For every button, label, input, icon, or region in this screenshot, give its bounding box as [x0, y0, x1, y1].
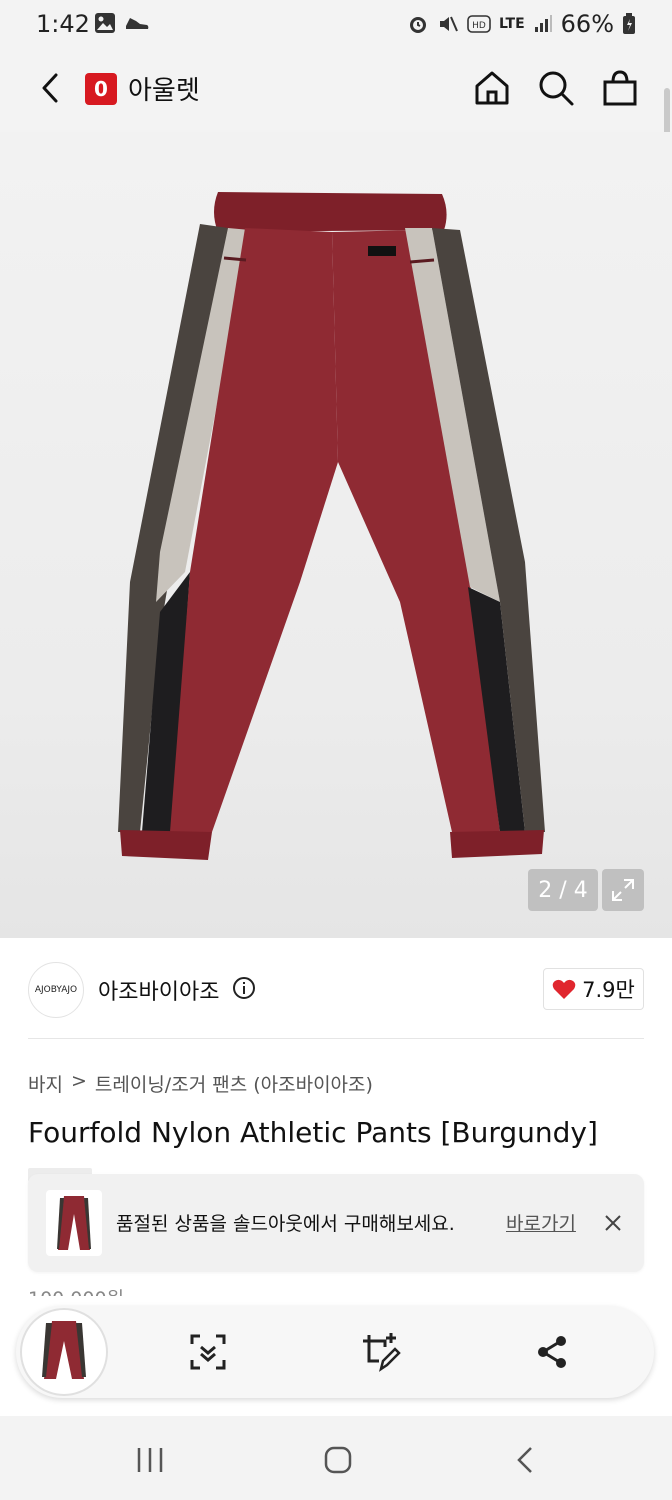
back-nav-icon	[517, 1447, 532, 1473]
heart-icon	[552, 979, 576, 999]
back-button[interactable]	[28, 66, 72, 110]
shopping-bag-icon	[603, 70, 637, 106]
search-button[interactable]	[534, 66, 578, 110]
price-peek: 100,000원	[28, 1284, 124, 1296]
soldout-link[interactable]: 바로가기	[506, 1209, 576, 1236]
breadcrumb: 바지 > 트레이닝/조거 팬츠 (아조바이아조)	[28, 1070, 373, 1097]
home-nav-icon	[324, 1446, 352, 1474]
edit-crop-button[interactable]	[358, 1330, 402, 1374]
close-icon	[605, 1215, 621, 1231]
breadcrumb-item-pants[interactable]: 바지	[28, 1070, 63, 1097]
scan-button[interactable]	[186, 1330, 230, 1374]
share-button[interactable]	[530, 1330, 574, 1374]
recent-apps-button[interactable]	[128, 1438, 172, 1482]
search-icon	[539, 71, 574, 106]
like-count: 7.9만	[582, 978, 635, 1002]
app-title[interactable]: 아울렛	[128, 70, 200, 107]
battery-icon	[623, 13, 635, 34]
expand-icon	[612, 879, 634, 901]
status-bar: 1:42 HD LTE 66%	[0, 0, 672, 48]
soldout-banner[interactable]: 품절된 상품을 솔드아웃에서 구매해보세요. 바로가기	[28, 1174, 644, 1272]
image-counter: 2 / 4	[528, 869, 598, 911]
signal-icon	[534, 15, 552, 32]
brand-name[interactable]: 아조바이아조	[98, 974, 219, 1006]
soldout-thumbnail	[46, 1190, 102, 1256]
divider	[28, 1038, 644, 1039]
back-nav-button[interactable]	[504, 1438, 548, 1482]
share-icon	[538, 1336, 566, 1368]
close-button[interactable]	[600, 1210, 626, 1236]
soldout-message: 품절된 상품을 솔드아웃에서 구매해보세요.	[116, 1213, 455, 1235]
system-navigation-bar	[0, 1416, 672, 1500]
alarm-icon	[409, 17, 426, 33]
recent-apps-icon	[137, 1448, 163, 1472]
scan-icon	[190, 1334, 226, 1370]
svg-text:HD: HD	[472, 21, 486, 31]
lte-icon: LTE	[498, 16, 525, 32]
back-icon	[42, 73, 58, 103]
product-image-gallery[interactable]: 2 / 4	[0, 132, 672, 938]
battery-level: 66%	[560, 10, 614, 38]
info-icon[interactable]	[232, 976, 256, 1000]
pants-thumbnail-icon	[57, 1196, 91, 1250]
home-nav-button[interactable]	[316, 1438, 360, 1482]
mute-icon	[439, 16, 458, 32]
sneaker-icon	[126, 18, 149, 29]
chevron-right-icon: >	[70, 1070, 87, 1092]
app-logo[interactable]: 0	[85, 73, 117, 105]
expand-image-button[interactable]	[602, 869, 644, 911]
breadcrumb-item-training[interactable]: 트레이닝/조거 팬츠 (아조바이아조)	[95, 1070, 373, 1097]
gallery-icon	[95, 13, 115, 33]
edit-crop-icon	[363, 1333, 401, 1372]
product-photo	[118, 192, 545, 860]
status-time: 1:42	[36, 10, 90, 38]
hd-icon: HD	[467, 15, 491, 33]
product-title: Fourfold Nylon Athletic Pants [Burgundy]	[28, 1116, 598, 1149]
cart-button[interactable]	[598, 66, 642, 110]
brand-logo[interactable]: AJOBYAJO	[28, 962, 84, 1018]
app-header: 0 아울렛	[0, 48, 672, 164]
screenshot-thumbnail[interactable]	[20, 1308, 108, 1396]
home-button[interactable]	[470, 66, 514, 110]
home-icon	[475, 71, 509, 105]
screenshot-action-bar	[16, 1306, 654, 1398]
like-button[interactable]: 7.9만	[543, 968, 644, 1010]
pants-thumbnail-icon	[42, 1321, 86, 1379]
